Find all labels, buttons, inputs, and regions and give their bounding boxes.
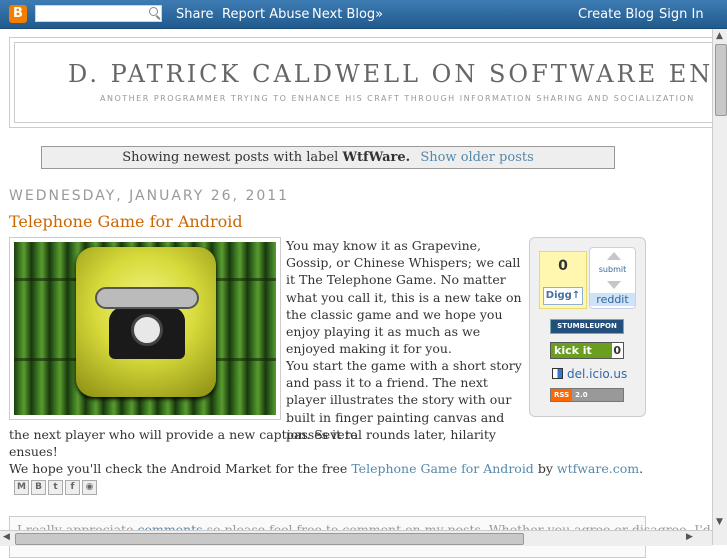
rss-button[interactable]: RSS 2.0 (550, 388, 624, 402)
search-icon[interactable] (149, 7, 158, 16)
scroll-down-icon[interactable]: ▼ (716, 517, 723, 527)
telephone-handset (95, 287, 199, 309)
share-link[interactable]: Share (176, 7, 214, 22)
delicious-link[interactable]: del.icio.us (552, 367, 627, 381)
status-prefix: Showing newest posts with label (122, 150, 339, 165)
reddit-widget[interactable]: submit reddit (589, 247, 636, 309)
wtfware-link[interactable]: wtfware.com (557, 461, 639, 476)
horizontal-scrollbar[interactable]: ◀ ▶ (0, 530, 712, 546)
share-buttons: M B t f ◉ (14, 480, 99, 495)
search-input[interactable] (35, 5, 162, 22)
digg-count: 0 (558, 258, 568, 274)
status-label: WtfWare. (342, 150, 411, 165)
scrollbar-thumb[interactable] (715, 44, 727, 116)
label-status-bar: Showing newest posts with label WtfWare.… (41, 146, 615, 169)
email-icon[interactable]: M (14, 480, 29, 495)
next-blog-link[interactable]: Next Blog» (312, 7, 383, 22)
kickit-label: kick it (551, 343, 612, 358)
reddit-submit[interactable]: submit (590, 265, 635, 274)
delicious-icon (552, 368, 563, 379)
post-paragraph-3: We hope you'll check the Android Market … (9, 461, 644, 476)
buzz-icon[interactable]: ◉ (82, 480, 97, 495)
telephone-dial (131, 314, 163, 346)
digg-button[interactable]: Digg↑ (543, 287, 583, 305)
report-abuse-link[interactable]: Report Abuse (222, 7, 309, 22)
post-date: WEDNESDAY, JANUARY 26, 2011 (9, 188, 290, 204)
blog-this-icon[interactable]: B (31, 480, 46, 495)
scroll-left-icon[interactable]: ◀ (3, 532, 10, 542)
blog-title[interactable]: D. PATRICK CALDWELL ON SOFTWARE ENGI (68, 60, 727, 88)
scrollbar-thumb[interactable] (15, 533, 524, 545)
twitter-icon[interactable]: t (48, 480, 63, 495)
create-blog-link[interactable]: Create Blog (578, 7, 654, 22)
kickit-count: 0 (611, 343, 623, 358)
kickit-button[interactable]: kick it 0 (550, 342, 624, 359)
upvote-arrow-icon[interactable] (607, 252, 621, 260)
sign-in-link[interactable]: Sign In (659, 7, 704, 22)
post-paragraph-1: You may know it as Grapevine, Gossip, or… (286, 238, 522, 357)
post-paragraph-2-end: the next player who will provide a new c… (9, 427, 496, 460)
digg-widget[interactable]: 0 Digg↑ (539, 251, 587, 309)
reddit-label[interactable]: reddit (590, 293, 635, 306)
post-title[interactable]: Telephone Game for Android (9, 212, 243, 231)
post-image[interactable] (9, 237, 281, 420)
scroll-right-icon[interactable]: ▶ (686, 532, 693, 542)
show-older-posts-link[interactable]: Show older posts (420, 150, 533, 165)
telephone-game-link[interactable]: Telephone Game for Android (351, 461, 534, 476)
scroll-up-icon[interactable]: ▲ (716, 31, 723, 41)
vertical-scrollbar[interactable]: ▲ ▼ (712, 29, 727, 545)
blog-description: ANOTHER PROGRAMMER TRYING TO ENHANCE HIS… (100, 94, 695, 103)
blogger-navbar: B Share Report Abuse Next Blog» Create B… (0, 0, 727, 29)
stumbleupon-button[interactable]: STUMBLEUPON (550, 319, 624, 334)
downvote-arrow-icon[interactable] (607, 281, 621, 289)
facebook-icon[interactable]: f (65, 480, 80, 495)
blogger-logo-icon[interactable]: B (9, 5, 27, 23)
